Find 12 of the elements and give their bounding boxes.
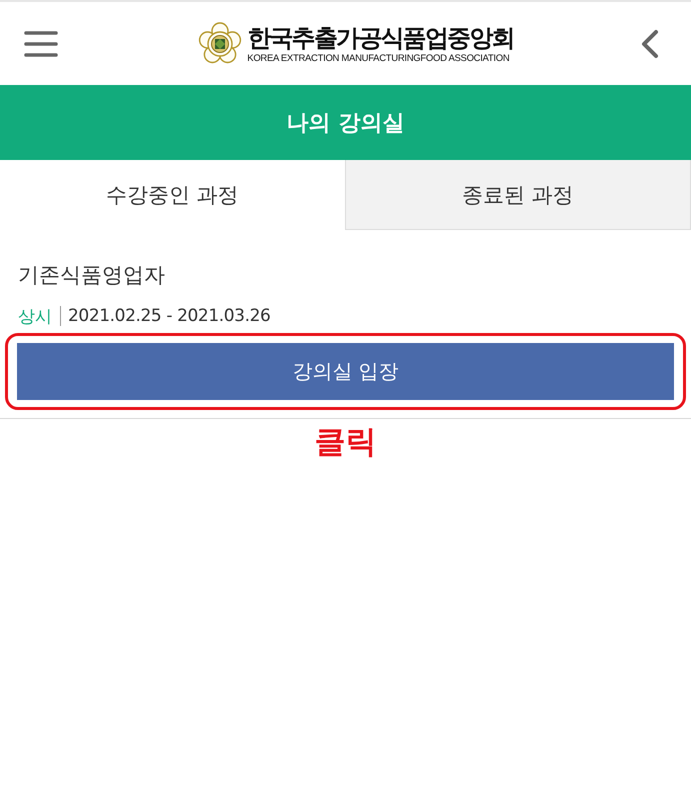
click-annotation: 클릭	[314, 423, 376, 461]
flower-emblem-icon	[198, 22, 242, 66]
course-period: 2021.02.25 - 2021.03.26	[68, 306, 270, 326]
page-title: 나의 강의실	[286, 110, 404, 138]
course-tab[interactable]: 종료된 과정	[344, 160, 691, 230]
association-english-name: KOREA EXTRACTION MANUFACTURINGFOOD ASSOCIATION	[247, 52, 510, 64]
menu-icon[interactable]	[24, 30, 58, 58]
course-title: 기존식품영업자	[17, 262, 165, 289]
back-icon[interactable]	[640, 28, 660, 58]
enter-classroom-button[interactable]: 강의실 입장	[17, 343, 674, 400]
association-name: 한국추출가공식품업중앙회	[247, 22, 514, 52]
course-type: 상시	[18, 306, 52, 328]
